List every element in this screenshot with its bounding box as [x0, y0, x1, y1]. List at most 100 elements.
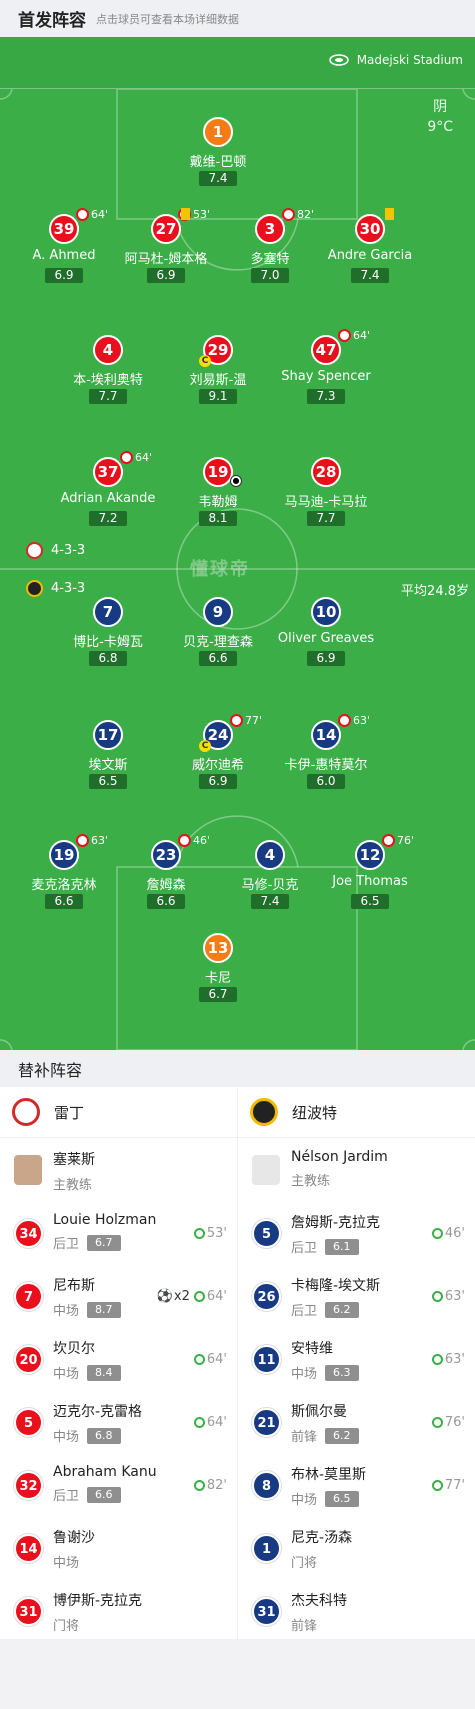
sub-player[interactable]: 8 布林-莫里斯 中场 6.5 77' [237, 1453, 475, 1516]
sub-in-time: 64' [206, 1289, 227, 1304]
player-name: Joe Thomas [332, 874, 408, 889]
sub-player[interactable]: 20 坎贝尔 中场 8.4 64' [0, 1327, 237, 1390]
sub-player[interactable]: 1 尼克-汤森 门将 [237, 1516, 475, 1579]
player-rating: 7.7 [89, 389, 127, 404]
away-player[interactable]: 9 贝克-理查森 6.6 [158, 597, 278, 666]
weather-condition: 阴 [433, 99, 448, 115]
sub-in-time: 77' [444, 1478, 465, 1493]
home-player[interactable]: 29 C 刘易斯-温 9.1 [158, 335, 278, 404]
away-coach[interactable]: Nélson Jardim 主教练 [237, 1138, 475, 1201]
jersey-number: 37 [93, 457, 123, 487]
away-player[interactable]: 17 埃文斯 6.5 [48, 720, 168, 789]
away-player[interactable]: 23 46' 詹姆森 6.6 [106, 834, 226, 909]
player-name: 詹姆森 [146, 878, 186, 893]
jersey-number: 1 [203, 117, 233, 147]
home-player[interactable]: 19 ● 韦勒姆 8.1 [158, 457, 278, 526]
player-rating: 6.6 [199, 651, 237, 666]
sub-player-name: 鲁谢沙 [53, 1530, 95, 1546]
home-player[interactable]: 4 本-埃利奥特 7.7 [48, 335, 168, 404]
jersey-number: 9 [203, 597, 233, 627]
sub-time: 64' [135, 451, 153, 464]
player-name: 韦勒姆 [198, 495, 238, 510]
player-name: 埃文斯 [88, 758, 128, 773]
sub-position: 后卫 [53, 1237, 80, 1252]
player-rating: 7.4 [251, 894, 289, 909]
sub-player[interactable]: 11 安特维 中场 6.3 63' [237, 1327, 475, 1390]
player-name: Andre Garcia [327, 248, 413, 263]
sub-player[interactable]: 26 卡梅隆-埃文斯 后卫 6.2 63' [237, 1264, 475, 1327]
sub-position: 前锋 [291, 1619, 318, 1634]
home-team-name: 雷丁 [54, 1103, 85, 1122]
sub-player[interactable]: 31 博伊斯-克拉克 门将 [0, 1579, 237, 1642]
away-player[interactable]: 13 卡尼 6.7 [158, 933, 278, 1002]
weather-temperature: 9°C [427, 119, 453, 135]
player-name: 贝克-理查森 [183, 635, 253, 650]
sub-out-icon [178, 834, 191, 847]
away-team-tab[interactable]: 纽波特 [237, 1087, 475, 1137]
lineup-title: 首发阵容 [18, 11, 86, 31]
sub-out-icon [338, 714, 351, 727]
away-player[interactable]: 14 63' 卡伊-惠特莫尔 6.0 [266, 714, 386, 789]
jersey-number: 13 [203, 933, 233, 963]
home-team-tab[interactable]: 雷丁 [0, 1087, 237, 1137]
substitution-event: 63' [338, 714, 370, 727]
sub-player[interactable]: 21 斯佩尔曼 前锋 6.2 76' [237, 1390, 475, 1453]
sub-row: 20 坎贝尔 中场 8.4 64' 11 安特维 中场 6.3 63' [0, 1327, 475, 1390]
home-coach[interactable]: 塞莱斯 主教练 [0, 1138, 237, 1201]
jersey-number: 7 [93, 597, 123, 627]
home-formation: 4-3-3 [26, 542, 85, 559]
home-player[interactable]: 28 马马迪-卡马拉 7.7 [266, 457, 386, 526]
sub-in-icon [193, 1228, 205, 1239]
sub-jersey-number: 11 [252, 1345, 281, 1374]
jersey-number: 30 [355, 214, 385, 244]
jersey-number: 19 [49, 840, 79, 870]
sub-in-time: 53' [206, 1226, 227, 1241]
sub-player[interactable]: 5 迈克尔-克雷格 中场 6.8 64' [0, 1390, 237, 1453]
home-player[interactable]: 47 64' Shay Spencer 7.3 [266, 329, 386, 404]
sub-jersey-number: 1 [252, 1534, 281, 1563]
sub-in-event: 64' [193, 1415, 227, 1430]
sub-rating: 6.2 [325, 1427, 359, 1444]
sub-jersey-number: 26 [252, 1282, 281, 1311]
substitution-event: 64' [338, 329, 370, 342]
sub-player-name: 博伊斯-克拉克 [53, 1593, 143, 1609]
home-player[interactable]: 37 64' Adrian Akande 7.2 [48, 451, 168, 526]
home-player[interactable]: 1 戴维-巴顿 7.4 [158, 117, 278, 186]
weather: 阴 9°C [427, 97, 453, 137]
player-rating: 9.1 [199, 389, 237, 404]
sub-player-meta: 前锋 [291, 1615, 475, 1634]
player-name: 卡伊-惠特莫尔 [284, 758, 368, 773]
sub-player[interactable]: 7 尼布斯 中场 8.7 ⚽ x2 64' [0, 1264, 237, 1327]
sub-player[interactable]: 32 Abraham Kanu 后卫 6.6 82' [0, 1453, 237, 1516]
home-player[interactable]: 30 Andre Garcia 7.4 [310, 208, 430, 283]
home-formation-text: 4-3-3 [51, 543, 86, 558]
sub-out-icon [76, 834, 89, 847]
away-player[interactable]: 12 76' Joe Thomas 6.5 [310, 834, 430, 909]
player-name: 威尔迪希 [191, 758, 244, 773]
sub-player[interactable]: 14 鲁谢沙 中场 [0, 1516, 237, 1579]
sub-in-event: 63' [431, 1352, 465, 1367]
away-player[interactable]: 10 Oliver Greaves 6.9 [266, 597, 386, 666]
sub-in-event: 77' [431, 1478, 465, 1493]
sub-jersey-number: 8 [252, 1471, 281, 1500]
sub-position: 后卫 [291, 1241, 318, 1256]
jersey-number: 3 [255, 214, 285, 244]
player-name: Shay Spencer [281, 369, 371, 384]
away-player[interactable]: 7 博比-卡姆瓦 6.8 [48, 597, 168, 666]
captain-icon: C [199, 740, 211, 752]
player-rating: 7.2 [89, 511, 127, 526]
sub-player[interactable]: 34 Louie Holzman 后卫 6.7 53' [0, 1201, 237, 1264]
home-player[interactable]: 27 53' 阿马杜-姆本格 6.9 [106, 208, 226, 283]
away-player[interactable]: 24 77' C 威尔迪希 6.9 [158, 714, 278, 789]
home-coach-name: 塞莱斯 [53, 1152, 95, 1168]
away-coach-name: Nélson Jardim [291, 1149, 388, 1165]
player-rating: 6.0 [307, 774, 345, 789]
away-formation: 4-3-3 [26, 580, 85, 597]
player-rating: 6.5 [351, 894, 389, 909]
sub-player[interactable]: 5 詹姆斯-克拉克 后卫 6.1 46' [237, 1201, 475, 1264]
sub-in-icon [193, 1417, 205, 1428]
sub-rating: 6.3 [325, 1364, 359, 1381]
sub-jersey-number: 20 [14, 1345, 43, 1374]
sub-in-time: 63' [444, 1289, 465, 1304]
sub-player[interactable]: 31 杰夫科特 前锋 [237, 1579, 475, 1642]
